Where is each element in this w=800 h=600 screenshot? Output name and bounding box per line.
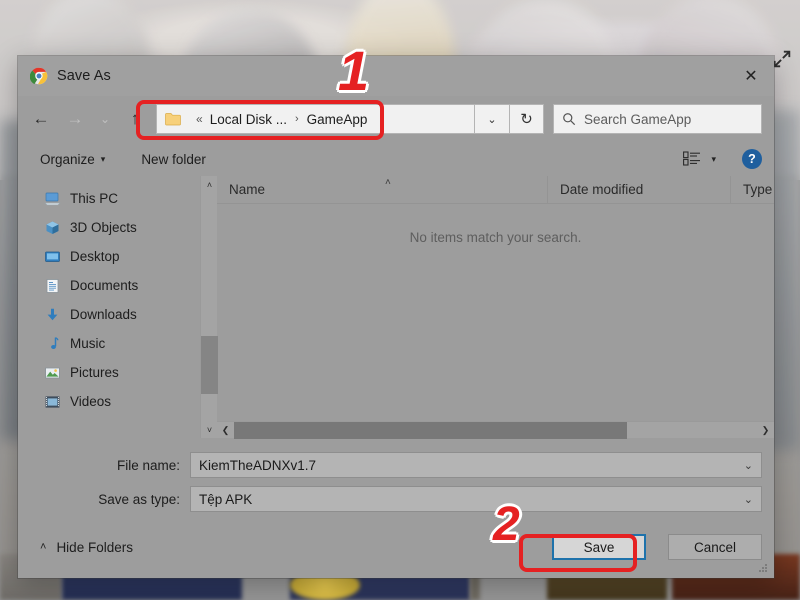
- organize-button[interactable]: Organize ▾: [40, 152, 105, 167]
- cancel-button[interactable]: Cancel: [668, 534, 762, 560]
- column-header-label: Name: [229, 182, 266, 197]
- breadcrumb-separator: ›: [294, 113, 299, 125]
- sidebar-item-label: Pictures: [70, 365, 119, 380]
- forward-button[interactable]: →: [58, 103, 92, 135]
- hide-folders-button[interactable]: ˄ Hide Folders: [40, 540, 133, 555]
- sidebar-item-downloads[interactable]: Downloads: [18, 300, 200, 329]
- file-list-header: Name ˄ Date modified Type: [217, 176, 774, 204]
- sidebar-item-label: Desktop: [70, 249, 120, 264]
- sidebar-item-label: This PC: [70, 191, 119, 206]
- downloads-icon: [47, 308, 58, 320]
- save-as-type-select[interactable]: Tệp APK ⌄: [190, 486, 762, 512]
- back-button[interactable]: ←: [24, 103, 58, 135]
- expand-arrows-icon[interactable]: [771, 48, 793, 70]
- dialog-title: Save As: [57, 68, 111, 84]
- recent-locations-button[interactable]: ⌄: [92, 103, 118, 135]
- search-icon: [563, 113, 576, 126]
- file-name-input[interactable]: KiemTheADNXv1.7 ⌄: [190, 452, 762, 478]
- chrome-logo-icon: [30, 67, 48, 85]
- scrollbar-thumb[interactable]: [201, 336, 218, 394]
- chevron-down-icon[interactable]: ⌄: [744, 493, 753, 506]
- sidebar-item-3d-objects[interactable]: 3D Objects: [18, 213, 200, 242]
- sidebar-item-label: 3D Objects: [70, 220, 137, 235]
- scroll-left-icon[interactable]: ❮: [217, 422, 234, 439]
- sidebar-item-documents[interactable]: Documents: [18, 271, 200, 300]
- address-bar-wrapper: « Local Disk ... › GameApp ⌄: [156, 104, 510, 134]
- resize-grip-icon[interactable]: [757, 562, 769, 574]
- sidebar-item-desktop[interactable]: Desktop: [18, 242, 200, 271]
- save-button[interactable]: Save: [552, 534, 646, 560]
- command-toolbar: Organize ▾ New folder ▾ ?: [18, 142, 774, 176]
- sidebar-item-label: Music: [70, 336, 106, 351]
- file-list-pane: Name ˄ Date modified Type No items match…: [217, 176, 774, 439]
- breadcrumb-prefix: «: [196, 112, 203, 126]
- breadcrumb-parent[interactable]: Local Disk ...: [210, 112, 287, 127]
- hide-folders-label: Hide Folders: [56, 539, 133, 555]
- close-icon[interactable]: ✕: [728, 56, 774, 96]
- file-name-value: KiemTheADNXv1.7: [199, 457, 317, 473]
- scroll-down-icon[interactable]: ˅: [201, 421, 218, 438]
- save-as-type-row: Save as type: Tệp APK ⌄: [18, 482, 762, 516]
- new-folder-button[interactable]: New folder: [141, 152, 206, 167]
- save-as-dialog: Save As ✕ ← → ⌄ ↑ « Local Disk ... › Gam…: [18, 56, 774, 578]
- this-pc-icon: [44, 192, 61, 205]
- sidebar-item-this-pc[interactable]: This PC: [18, 184, 200, 213]
- desktop-icon: [45, 251, 60, 262]
- search-placeholder: Search GameApp: [584, 111, 692, 127]
- dialog-footer: ˄ Hide Folders Save Cancel: [18, 516, 774, 578]
- column-header-type[interactable]: Type: [730, 176, 774, 203]
- chevron-down-icon[interactable]: ⌄: [744, 459, 753, 472]
- empty-list-message: No items match your search.: [409, 230, 582, 245]
- sidebar-item-pictures[interactable]: Pictures: [18, 358, 200, 387]
- save-as-type-label: Save as type:: [98, 491, 180, 507]
- column-header-date-modified[interactable]: Date modified: [547, 176, 730, 203]
- navigation-tree: This PC 3D Objects Desktop Documents Dow…: [18, 176, 200, 438]
- column-header-name[interactable]: Name ˄: [217, 176, 547, 203]
- address-dropdown-button[interactable]: ⌄: [474, 104, 510, 134]
- column-header-label: Date modified: [560, 182, 644, 197]
- scrollbar-thumb[interactable]: [234, 421, 627, 439]
- help-icon[interactable]: ?: [742, 149, 762, 169]
- pictures-icon: [45, 367, 60, 378]
- sidebar-item-videos[interactable]: Videos: [18, 387, 200, 416]
- chevron-up-icon: ˄: [40, 541, 47, 553]
- save-as-type-value: Tệp APK: [199, 491, 253, 507]
- sidebar-item-label: Documents: [70, 278, 139, 293]
- music-icon: [51, 336, 59, 349]
- 3d-objects-icon: [46, 221, 59, 234]
- save-form: File name: KiemTheADNXv1.7 ⌄ Save as typ…: [18, 438, 774, 516]
- sidebar-item-music[interactable]: Music: [18, 329, 200, 358]
- videos-icon: [45, 395, 60, 408]
- view-chevron-down-icon[interactable]: ▾: [711, 154, 716, 165]
- breadcrumb-current[interactable]: GameApp: [307, 112, 368, 127]
- column-header-label: Type: [743, 182, 773, 197]
- new-folder-label: New folder: [141, 151, 206, 167]
- view-list-icon[interactable]: [683, 151, 701, 167]
- sort-ascending-icon: ˄: [385, 177, 391, 188]
- scrollbar-track[interactable]: [234, 421, 757, 439]
- organize-label: Organize: [40, 151, 95, 167]
- address-bar[interactable]: « Local Disk ... › GameApp: [156, 104, 474, 134]
- file-list-horizontal-scrollbar[interactable]: ❮ ❯: [217, 421, 774, 439]
- search-box[interactable]: Search GameApp: [553, 104, 762, 134]
- chevron-down-icon: ▾: [100, 153, 106, 164]
- navigation-bar: ← → ⌄ ↑ « Local Disk ... › GameApp ⌄ ↻ S…: [18, 96, 774, 142]
- scroll-up-icon[interactable]: ˄: [201, 176, 218, 193]
- file-name-row: File name: KiemTheADNXv1.7 ⌄: [18, 448, 762, 482]
- sidebar-item-label: Videos: [70, 394, 112, 409]
- up-button[interactable]: ↑: [118, 103, 152, 135]
- dialog-body: This PC 3D Objects Desktop Documents Dow…: [18, 176, 774, 439]
- folder-icon: [165, 113, 181, 126]
- scroll-right-icon[interactable]: ❯: [757, 422, 774, 439]
- refresh-button[interactable]: ↻: [510, 104, 544, 134]
- tree-vertical-scrollbar[interactable]: ˄ ˅: [200, 176, 218, 438]
- documents-icon: [46, 278, 59, 293]
- dialog-title-bar: Save As ✕: [18, 56, 774, 96]
- file-name-label: File name:: [116, 457, 180, 473]
- sidebar-item-label: Downloads: [70, 307, 137, 322]
